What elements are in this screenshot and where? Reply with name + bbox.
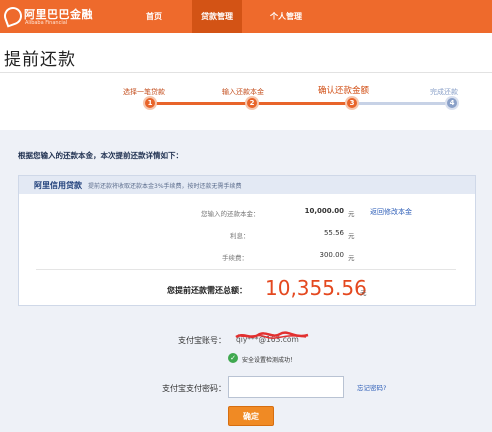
step-connector-3-4 [352,102,452,105]
nav-item-home[interactable]: 首页 [132,0,176,33]
logo-icon [1,4,25,28]
loan-product-title: 阿里信用贷款 [34,181,82,190]
principal-unit: 元 [348,210,355,218]
step-circle-2: 2 [245,96,259,110]
alipay-password-label: 支付宝支付密码： [162,384,226,393]
logo-subtext: Alibaba Financial [25,20,68,26]
check-circle-icon: ✓ [228,353,238,363]
principal-value: 10,000.00 [304,207,344,215]
total-unit: 元 [360,289,367,297]
principal-label: 您输入的还款本金： [201,210,260,218]
loan-detail-card [18,175,476,306]
alipay-password-input[interactable] [228,376,344,398]
page-title: 提前还款 [4,50,76,70]
step-connector-2-3 [252,102,352,105]
card-divider [36,269,456,270]
alibaba-finance-logo[interactable]: 阿里巴巴金融 Alibaba Financial [1,4,93,29]
redaction-scribble [235,331,309,339]
total-amount: 10,355.56 [265,276,367,300]
intro-text: 根据您输入的还款本金，本次提前还款详情如下： [18,151,183,160]
modify-principal-link[interactable]: 返回修改本金 [370,207,412,217]
alipay-account-label: 支付宝账号： [178,336,226,345]
interest-unit: 元 [348,232,355,240]
safety-check-text: 安全设置检测成功！ [242,357,297,364]
step-label-3: 确认还款金额 [318,86,370,96]
step-connector-1-2 [150,102,252,105]
fee-label: 手续费： [222,254,248,262]
fee-unit: 元 [348,254,355,262]
title-divider [0,72,492,73]
step-circle-1: 1 [143,96,157,110]
confirm-button[interactable]: 确定 [228,406,274,426]
fee-value: 300.00 [319,251,345,259]
step-circle-3: 3 [345,96,359,110]
forgot-password-link[interactable]: 忘记密码? [357,382,386,392]
step-label-1: 选择一笔贷款 [123,88,165,96]
fee-note: 提前还款将收取还款本金3%手续费，按时还款无需手续费 [88,183,242,190]
interest-label: 利息： [230,232,250,240]
interest-value: 55.56 [323,229,344,237]
step-circle-4: 4 [445,96,459,110]
step-label-2: 输入还款本金 [222,88,264,96]
total-label: 您提前还款需还总额： [167,286,247,295]
nav-item-personal-management[interactable]: 个人管理 [258,0,314,33]
nav-item-loan-management[interactable]: 贷款管理 [192,0,242,33]
